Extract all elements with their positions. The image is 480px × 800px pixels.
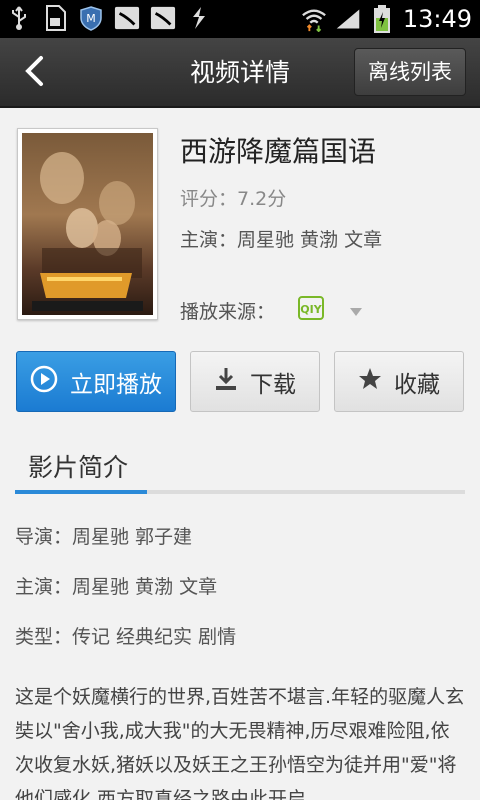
cast-info: 主演：周星驰 黄渤 文章 — [15, 576, 218, 598]
iqiyi-logo-icon[interactable]: QIY — [298, 296, 324, 320]
synopsis-text: 这是个妖魔横行的世界,百姓苦不堪言.年轻的驱魔人玄奘以"舍小我,成大我"的大无畏… — [15, 686, 465, 800]
play-source-label: 播放来源： — [180, 301, 276, 323]
poster-image — [22, 133, 153, 315]
source-dropdown-arrow-icon[interactable] — [348, 303, 364, 316]
transfer-icon — [186, 5, 212, 31]
status-bar: M 13:49 — [0, 0, 480, 38]
title-bar: 视频详情 离线列表 — [0, 38, 480, 108]
movie-cast: 主演：周星驰 黄渤 文章 — [180, 229, 383, 251]
leaf-icon — [114, 5, 140, 31]
star-icon — [358, 367, 382, 397]
signal-icon — [335, 6, 361, 32]
play-now-button[interactable]: 立即播放 — [16, 351, 176, 412]
battery-charging-icon — [369, 5, 395, 33]
genre-info: 类型：传记 经典纪实 剧情 — [15, 626, 237, 648]
download-icon — [214, 366, 238, 398]
svg-text:M: M — [86, 12, 96, 25]
download-button[interactable]: 下载 — [190, 351, 320, 412]
movie-title: 西游降魔篇国语 — [180, 135, 377, 168]
tab-active-indicator — [15, 490, 147, 494]
offline-list-button[interactable]: 离线列表 — [354, 48, 466, 96]
status-bar-system: 13:49 — [301, 4, 472, 34]
movie-rating: 评分：7.2分 — [180, 188, 287, 210]
director-info: 导演：周星驰 郭子建 — [15, 526, 193, 548]
play-now-label: 立即播放 — [70, 371, 162, 398]
status-bar-notifications: M — [6, 5, 212, 31]
favorite-button[interactable]: 收藏 — [334, 351, 464, 412]
wifi-icon — [301, 6, 327, 32]
svg-text:QIY: QIY — [300, 303, 322, 316]
tab-intro[interactable]: 影片简介 — [28, 448, 128, 484]
status-time: 13:49 — [402, 5, 472, 33]
leaf-icon — [150, 5, 176, 31]
play-circle-icon — [30, 365, 58, 399]
download-label: 下载 — [250, 371, 296, 398]
sd-card-icon — [42, 5, 68, 31]
favorite-label: 收藏 — [394, 371, 440, 398]
shield-icon: M — [78, 5, 104, 31]
movie-poster[interactable] — [17, 128, 158, 320]
usb-icon — [6, 5, 32, 31]
